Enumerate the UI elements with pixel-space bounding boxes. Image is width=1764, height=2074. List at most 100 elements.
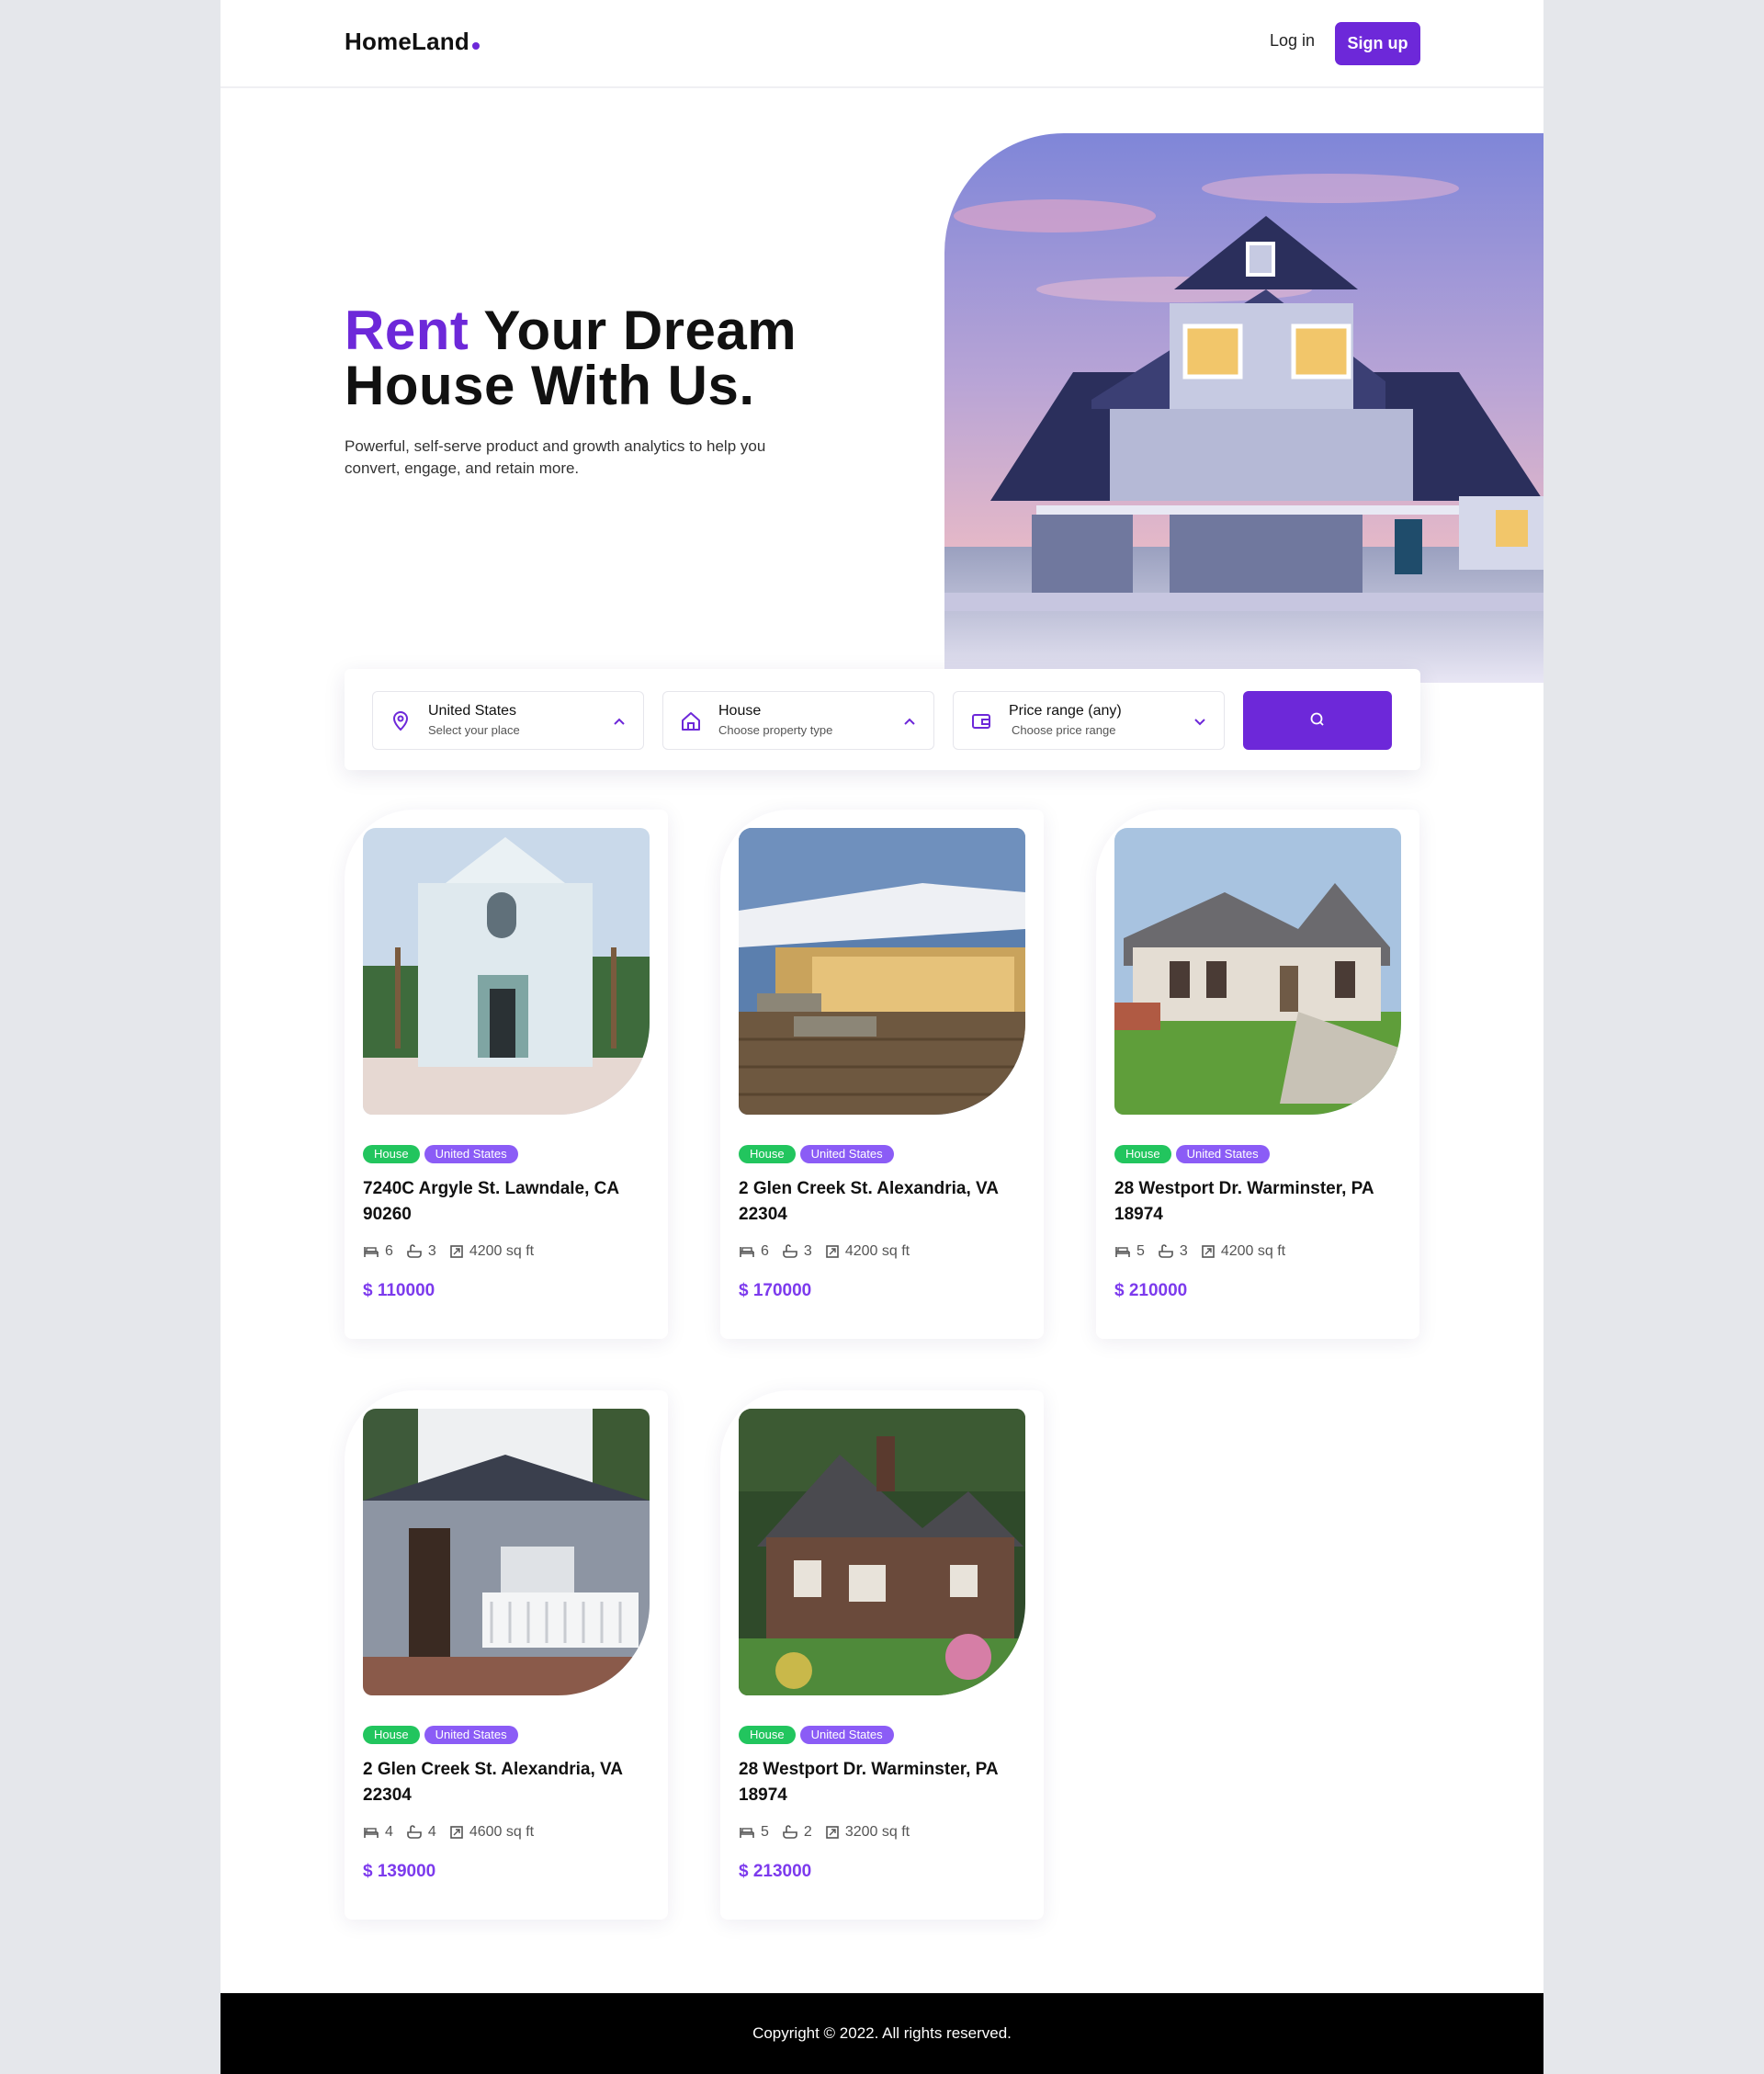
listing-tags: House United States [363, 1726, 523, 1744]
area-icon [450, 1826, 463, 1839]
bed-icon [740, 1828, 754, 1838]
listing-address: 2 Glen Creek St. Alexandria, VA 22304 [363, 1760, 623, 1805]
listing-specs: 4 4 4600 sq ft [363, 1824, 547, 1841]
country-badge: United States [424, 1145, 518, 1163]
listing-address: 28 Westport Dr. Warminster, PA 18974 [739, 1760, 998, 1805]
listing-price: $ 110000 [363, 1281, 435, 1300]
property-type-hint: Choose property type [718, 723, 833, 737]
signup-button[interactable]: Sign up [1335, 22, 1420, 65]
bed-count: 6 [385, 1243, 393, 1259]
listing-image [363, 828, 650, 1115]
area-icon [826, 1826, 839, 1839]
search-icon [1310, 712, 1324, 726]
hero-title: Rent Your Dream House With Us. [345, 303, 797, 414]
property-type-select[interactable]: House Choose property type [662, 691, 934, 750]
listing-specs: 6 3 4200 sq ft [739, 1243, 922, 1260]
copyright-text: Copyright © 2022. All rights reserved. [752, 2024, 1012, 2042]
login-button[interactable]: Log in [1270, 31, 1315, 51]
country-badge: United States [1175, 1145, 1270, 1163]
type-badge: House [363, 1145, 420, 1163]
bath-icon [407, 1825, 422, 1839]
hero-title-line2: House With Us. [345, 355, 755, 416]
listing-specs: 6 3 4200 sq ft [363, 1243, 547, 1260]
wallet-icon [972, 714, 990, 729]
area-value: 4200 sq ft [469, 1243, 535, 1259]
listing-address: 2 Glen Creek St. Alexandria, VA 22304 [739, 1179, 999, 1224]
bath-icon [407, 1244, 422, 1258]
logo-dot [471, 42, 480, 50]
area-icon [826, 1245, 839, 1258]
listing-price: $ 139000 [363, 1862, 436, 1881]
listing-card[interactable]: House United States 7240C Argyle St. Lawn… [345, 810, 668, 1339]
listing-specs: 5 3 4200 sq ft [1114, 1243, 1298, 1260]
bed-icon [364, 1247, 379, 1257]
site-header: HomeLand Log in Sign up [220, 0, 1544, 88]
country-badge: United States [424, 1726, 518, 1744]
price-range-select[interactable]: Price range (any) Choose price range [953, 691, 1225, 750]
area-value: 4600 sq ft [469, 1824, 535, 1840]
area-icon [450, 1245, 463, 1258]
country-badge: United States [799, 1145, 894, 1163]
hero-title-accent: Rent [345, 300, 469, 361]
bath-count: 3 [427, 1243, 436, 1259]
hero-house-image [944, 133, 1544, 683]
bed-icon [364, 1828, 379, 1838]
area-value: 4200 sq ft [1220, 1243, 1286, 1259]
bed-count: 5 [761, 1824, 769, 1840]
listing-image [739, 1409, 1025, 1695]
bath-count: 2 [803, 1824, 812, 1840]
area-value: 4200 sq ft [844, 1243, 910, 1259]
page: HomeLand Log in Sign up Rent Your Dream H… [220, 0, 1544, 2074]
listing-card[interactable]: House United States 28 Westport Dr. Warmi… [720, 1390, 1044, 1920]
logo[interactable]: HomeLand [345, 28, 480, 56]
search-button[interactable] [1243, 691, 1392, 750]
location-pin-icon [392, 711, 409, 731]
listing-image [363, 1409, 650, 1695]
type-badge: House [1114, 1145, 1171, 1163]
bath-icon [783, 1244, 797, 1258]
location-value: United States [428, 703, 517, 719]
listing-card[interactable]: House United States 2 Glen Creek St. Alex… [345, 1390, 668, 1920]
site-footer: Copyright © 2022. All rights reserved. [220, 1993, 1544, 2074]
listing-price: $ 210000 [1114, 1281, 1188, 1300]
bath-count: 3 [1179, 1243, 1188, 1259]
area-icon [1202, 1245, 1215, 1258]
listing-address: 28 Westport Dr. Warminster, PA 18974 [1114, 1179, 1374, 1224]
location-hint: Select your place [428, 723, 520, 737]
bath-count: 3 [803, 1243, 812, 1259]
hero-subtitle: Powerful, self-serve product and growth … [345, 437, 766, 477]
bath-icon [1159, 1244, 1173, 1258]
chevron-up-icon [614, 718, 625, 725]
listing-tags: House United States [739, 1145, 899, 1163]
hero-title-line1: Your Dream [469, 300, 797, 361]
logo-text: HomeLand [345, 28, 469, 55]
bath-icon [783, 1825, 797, 1839]
listing-tags: House United States [363, 1145, 523, 1163]
price-range-hint: Choose price range [1012, 723, 1116, 737]
listing-specs: 5 2 3200 sq ft [739, 1824, 922, 1841]
bed-count: 5 [1136, 1243, 1145, 1259]
type-badge: House [739, 1726, 796, 1744]
listing-price: $ 170000 [739, 1281, 812, 1300]
type-badge: House [363, 1726, 420, 1744]
listing-price: $ 213000 [739, 1862, 812, 1881]
type-badge: House [739, 1145, 796, 1163]
listing-tags: House United States [1114, 1145, 1274, 1163]
bed-icon [740, 1247, 754, 1257]
chevron-down-icon [1194, 719, 1205, 726]
listing-card[interactable]: House United States 2 Glen Creek St. Alex… [720, 810, 1044, 1339]
chevron-up-icon [904, 718, 915, 725]
bed-count: 6 [761, 1243, 769, 1259]
house-icon [682, 712, 700, 731]
country-badge: United States [799, 1726, 894, 1744]
bed-count: 4 [385, 1824, 393, 1840]
location-select[interactable]: United States Select your place [372, 691, 644, 750]
listing-image [739, 828, 1025, 1115]
property-type-value: House [718, 703, 762, 719]
price-range-value: Price range (any) [1009, 703, 1122, 719]
listing-tags: House United States [739, 1726, 899, 1744]
listing-card[interactable]: House United States 28 Westport Dr. Warmi… [1096, 810, 1419, 1339]
listing-image [1114, 828, 1401, 1115]
bath-count: 4 [427, 1824, 436, 1840]
search-bar: United States Select your place House Ch… [345, 669, 1420, 770]
